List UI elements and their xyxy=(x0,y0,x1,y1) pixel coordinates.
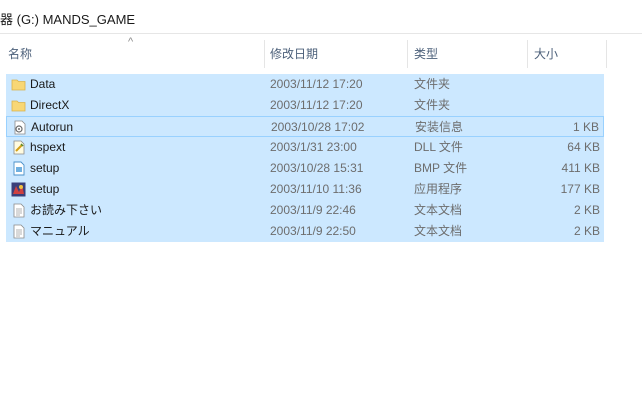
file-size: 2 KB xyxy=(573,203,600,217)
file-date: 2003/10/28 17:02 xyxy=(271,120,365,134)
file-date: 2003/11/10 11:36 xyxy=(270,182,362,196)
address-bar[interactable]: 器 (G:) MANDS_GAME xyxy=(0,0,642,34)
column-divider[interactable] xyxy=(606,40,607,68)
file-row[interactable]: hspext 2003/1/31 23:00 DLL 文件 64 KB xyxy=(6,137,604,158)
file-row[interactable]: DirectX 2003/11/12 17:20 文件夹 xyxy=(6,95,604,116)
file-row[interactable]: マニュアル 2003/11/9 22:50 文本文档 2 KB xyxy=(6,221,604,242)
column-header-date-label: 修改日期 xyxy=(270,47,319,61)
sort-ascending-icon: ^ xyxy=(128,36,134,48)
column-header-date[interactable]: 修改日期 xyxy=(270,36,318,72)
folder-icon xyxy=(11,98,26,113)
file-row[interactable]: Autorun 2003/10/28 17:02 安装信息 1 KB xyxy=(6,116,604,137)
column-header-size[interactable]: 大小 xyxy=(534,36,558,72)
text-document-icon xyxy=(11,224,26,239)
file-date: 2003/11/12 17:20 xyxy=(270,98,363,112)
file-row[interactable]: Data 2003/11/12 17:20 文件夹 xyxy=(6,74,604,95)
file-type: 文本文档 xyxy=(414,203,463,217)
file-size: 64 KB xyxy=(567,140,600,154)
column-header-type[interactable]: 类型 xyxy=(414,36,438,72)
file-size: 1 KB xyxy=(572,120,599,134)
file-name: setup xyxy=(30,182,60,196)
application-icon xyxy=(11,182,26,197)
file-size: 177 KB xyxy=(560,182,600,196)
file-date: 2003/11/12 17:20 xyxy=(270,77,363,91)
file-type: BMP 文件 xyxy=(414,161,468,175)
file-name: hspext xyxy=(30,140,66,154)
file-size: 411 KB xyxy=(561,161,600,175)
file-type: 文本文档 xyxy=(414,224,463,238)
file-name: マニュアル xyxy=(30,224,90,238)
column-divider[interactable] xyxy=(407,40,408,68)
file-name: setup xyxy=(30,161,60,175)
file-size: 2 KB xyxy=(573,224,600,238)
file-name: DirectX xyxy=(30,98,70,112)
file-row[interactable]: setup 2003/11/10 11:36 应用程序 177 KB xyxy=(6,179,604,200)
column-divider[interactable] xyxy=(264,40,265,68)
file-name: Data xyxy=(30,77,56,91)
file-date: 2003/11/9 22:50 xyxy=(270,224,356,238)
file-type: 安装信息 xyxy=(415,120,464,134)
column-header-size-label: 大小 xyxy=(534,47,559,61)
file-date: 2003/1/31 23:00 xyxy=(270,140,357,154)
file-name: Autorun xyxy=(31,120,74,134)
setup-info-icon xyxy=(12,120,27,135)
current-path: 器 (G:) MANDS_GAME xyxy=(0,12,136,27)
text-document-icon xyxy=(11,203,26,218)
file-type: 文件夹 xyxy=(414,77,451,91)
file-type: DLL 文件 xyxy=(414,140,463,154)
column-header-type-label: 类型 xyxy=(414,47,439,61)
column-header-name[interactable]: 名称 xyxy=(8,36,32,72)
file-name: お読み下さい xyxy=(30,203,103,217)
file-row[interactable]: お読み下さい 2003/11/9 22:46 文本文档 2 KB xyxy=(6,200,604,221)
dll-icon xyxy=(11,140,26,155)
column-divider[interactable] xyxy=(527,40,528,68)
bmp-icon xyxy=(11,161,26,176)
folder-icon xyxy=(11,77,26,92)
file-row[interactable]: setup 2003/10/28 15:31 BMP 文件 411 KB xyxy=(6,158,604,179)
file-date: 2003/10/28 15:31 xyxy=(270,161,364,175)
file-date: 2003/11/9 22:46 xyxy=(270,203,356,217)
file-type: 文件夹 xyxy=(414,98,451,112)
file-type: 应用程序 xyxy=(414,182,463,196)
column-header-row: 名称 ^ 修改日期 类型 大小 xyxy=(0,36,642,72)
column-header-name-label: 名称 xyxy=(8,47,33,61)
